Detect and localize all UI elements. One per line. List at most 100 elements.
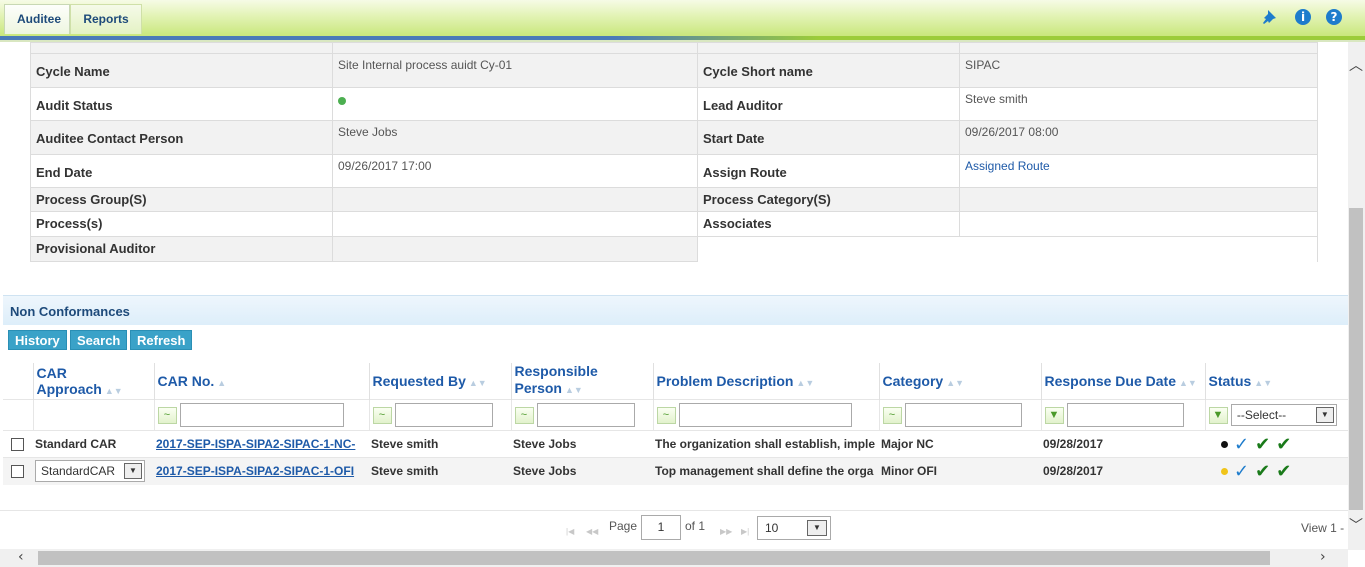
responsible-filter-input[interactable]: [536, 403, 635, 427]
table-row[interactable]: Standard CAR 2017-SEP-ISPA-SIPA2-SIPAC-1…: [3, 430, 1348, 458]
help-icon[interactable]: ?: [1326, 9, 1342, 25]
column-header-problem-description[interactable]: Problem Description ▲▼: [653, 363, 880, 400]
status-dot-icon: [338, 97, 346, 105]
due-date-filter-input[interactable]: [1066, 403, 1184, 427]
filter-operator-icon[interactable]: ~: [514, 406, 534, 424]
car-no-filter-input[interactable]: [179, 403, 344, 427]
filter-funnel-icon[interactable]: ▼: [1208, 406, 1228, 424]
assign-route-value: Assigned Route: [959, 154, 1318, 188]
car-approach-select[interactable]: StandardCAR ▼: [35, 460, 145, 483]
page-number-input[interactable]: 1: [641, 515, 681, 540]
assign-route-label: Assign Route: [697, 154, 960, 188]
responsible-cell: Steve Jobs: [511, 457, 653, 485]
horizontal-scrollbar-thumb[interactable]: [38, 551, 1270, 565]
associates-value: [959, 211, 1318, 237]
tab-auditee[interactable]: Auditee: [4, 4, 70, 34]
row-checkbox[interactable]: [11, 465, 24, 479]
info-row: Auditee Contact Person Steve Jobs Start …: [30, 120, 1318, 155]
page-count-label: of 1: [685, 519, 706, 533]
info-row: Process Group(S) Process Category(S): [30, 187, 1318, 212]
info-icon[interactable]: i: [1295, 9, 1311, 25]
process-label: Process(s): [30, 211, 333, 237]
sort-icon: ▲▼: [564, 385, 583, 395]
column-header-status[interactable]: Status ▲▼: [1205, 363, 1349, 400]
chevron-down-icon: ▼: [807, 520, 827, 536]
car-no-link[interactable]: 2017-SEP-ISPA-SIPA2-SIPAC-1-NC-: [156, 437, 355, 451]
scroll-down-icon[interactable]: ﹀: [1349, 515, 1363, 535]
car-no-link[interactable]: 2017-SEP-ISPA-SIPA2-SIPAC-1-OFI: [156, 464, 354, 478]
info-row: Provisional Auditor: [30, 236, 1318, 262]
process-group-value: [332, 187, 698, 212]
category-cell: Major NC: [879, 430, 1041, 458]
requested-by-cell: Steve smith: [369, 430, 511, 458]
refresh-button[interactable]: Refresh: [130, 330, 193, 350]
status-cell: ✓ ✔ ✔: [1205, 457, 1348, 485]
provisional-auditor-value: [332, 236, 698, 262]
info-row: Audit Status Lead Auditor Steve smith: [30, 87, 1318, 121]
tab-reports[interactable]: Reports: [70, 4, 142, 34]
prev-page-icon[interactable]: ◀◀: [586, 527, 598, 536]
approve-check-icon[interactable]: ✔: [1255, 461, 1270, 481]
pin-icon[interactable]: [1262, 9, 1278, 25]
first-page-icon[interactable]: |◀: [566, 527, 574, 536]
sort-icon: ▲▼: [1178, 378, 1197, 388]
table-row[interactable]: StandardCAR ▼ 2017-SEP-ISPA-SIPA2-SIPAC-1…: [3, 457, 1348, 485]
filter-operator-icon[interactable]: ~: [656, 406, 676, 424]
process-value: [332, 211, 698, 237]
filter-operator-icon[interactable]: ~: [157, 406, 177, 424]
requested-by-filter-input[interactable]: [394, 403, 493, 427]
column-header-car-approach[interactable]: CAR Approach ▲▼: [33, 363, 155, 400]
column-header-category[interactable]: Category ▲▼: [879, 363, 1042, 400]
category-cell: Minor OFI: [879, 457, 1041, 485]
scroll-up-icon[interactable]: ︿: [1349, 55, 1363, 75]
sort-icon: ▲▼: [946, 378, 965, 388]
grid-filter-row: ~ ~ ~ ~ ~ ▼ ▼ --Select-- ▼: [3, 399, 1349, 431]
status-dot-icon: [1221, 467, 1228, 475]
process-category-label: Process Category(S): [697, 187, 960, 212]
auditee-contact-value: Steve Jobs: [332, 120, 698, 155]
scroll-left-icon[interactable]: ‹: [18, 549, 24, 565]
last-page-icon[interactable]: ▶|: [741, 527, 749, 536]
next-page-icon[interactable]: ▶▶: [720, 527, 732, 536]
approve-check-icon[interactable]: ✔: [1276, 434, 1291, 454]
approve-check-icon[interactable]: ✔: [1276, 461, 1291, 481]
assigned-route-link[interactable]: Assigned Route: [965, 159, 1050, 173]
category-filter-input[interactable]: [904, 403, 1022, 427]
chevron-down-icon: ▼: [124, 463, 142, 480]
filter-operator-icon[interactable]: ~: [372, 406, 392, 424]
vertical-scrollbar-thumb[interactable]: [1349, 208, 1363, 510]
info-row: End Date 09/26/2017 17:00 Assign Route A…: [30, 154, 1318, 188]
audit-details-panel: Cycle Name Site Internal process auidt C…: [30, 42, 1318, 262]
process-category-value: [959, 187, 1318, 212]
scroll-right-icon[interactable]: ›: [1320, 549, 1326, 565]
history-button[interactable]: History: [8, 330, 67, 350]
filter-funnel-icon[interactable]: ▼: [1044, 406, 1064, 424]
info-row: Cycle Name Site Internal process auidt C…: [30, 53, 1318, 88]
filter-operator-icon[interactable]: ~: [882, 406, 902, 424]
check-icon[interactable]: ✓: [1234, 434, 1249, 454]
due-date-cell: 09/28/2017: [1041, 430, 1205, 458]
problem-filter-input[interactable]: [678, 403, 852, 427]
check-icon[interactable]: ✓: [1234, 461, 1249, 481]
top-navigation-bar: Auditee Reports i ?: [0, 0, 1365, 36]
non-conformances-title: Non Conformances: [10, 304, 130, 319]
column-header-car-no[interactable]: CAR No. ▲: [154, 363, 370, 400]
sort-icon: ▲▼: [468, 378, 487, 388]
select-all-header: [3, 363, 34, 400]
search-button[interactable]: Search: [70, 330, 128, 350]
start-date-label: Start Date: [697, 120, 960, 155]
status-cell: ✓ ✔ ✔: [1205, 430, 1348, 458]
row-checkbox[interactable]: [11, 438, 24, 452]
approve-check-icon[interactable]: ✔: [1255, 434, 1270, 454]
pager: |◀ ◀◀ Page 1 of 1 ▶▶ ▶| 10 ▼ View 1 -: [0, 510, 1348, 546]
page-label: Page: [609, 519, 638, 533]
info-row-clipped: [30, 42, 1318, 54]
column-header-requested-by[interactable]: Requested By ▲▼: [369, 363, 512, 400]
sort-icon: ▲: [217, 378, 227, 388]
status-filter-select[interactable]: --Select-- ▼: [1230, 404, 1337, 426]
column-header-response-due-date[interactable]: Response Due Date ▲▼: [1041, 363, 1206, 400]
column-header-responsible-person[interactable]: Responsible Person ▲▼: [511, 363, 654, 400]
page-size-select[interactable]: 10 ▼: [757, 516, 831, 540]
due-date-cell: 09/28/2017: [1041, 457, 1205, 485]
lead-auditor-label: Lead Auditor: [697, 87, 960, 121]
